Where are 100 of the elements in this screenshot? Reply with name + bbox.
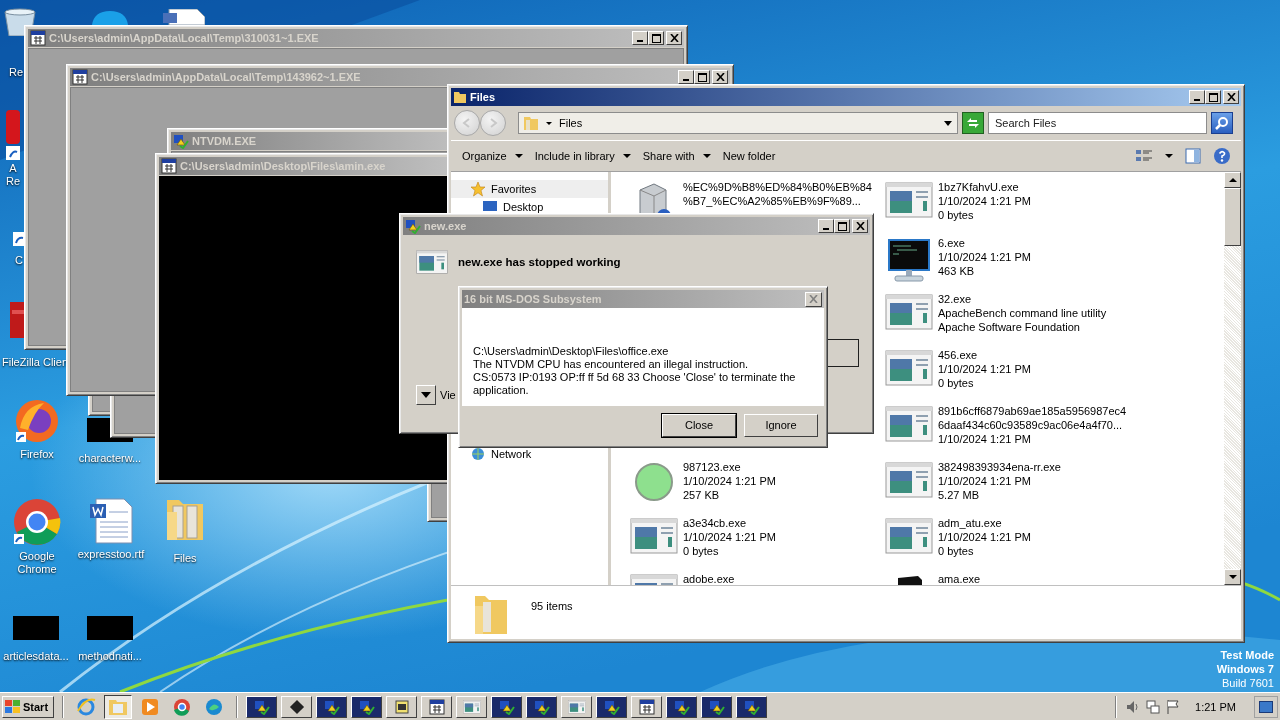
shield-icon xyxy=(405,218,421,234)
toolbar-button[interactable]: New folder xyxy=(722,150,776,162)
taskbar-button[interactable] xyxy=(316,695,347,718)
file-detail: 0 bytes xyxy=(683,544,720,558)
icon-label: Google Chrome xyxy=(16,550,58,576)
star-icon xyxy=(470,181,486,197)
file-item[interactable]: 32.exe ApacheBench command line utility Apache Software Foundation xyxy=(884,292,1107,334)
views-icon[interactable] xyxy=(1135,148,1153,164)
window-title: 16 bit MS-DOS Subsystem xyxy=(464,293,603,305)
scrollbar[interactable] xyxy=(1224,172,1241,585)
file-item[interactable]: a3e34cb.exe 1/10/2024 1:21 PM 0 bytes xyxy=(629,516,776,558)
window-icon xyxy=(30,30,46,46)
icon-label: Files xyxy=(173,552,197,565)
file-detail: 1/10/2024 1:21 PM xyxy=(683,474,776,488)
up-arrow-icon[interactable] xyxy=(1228,177,1237,183)
app-icon[interactable] xyxy=(6,110,20,160)
dialog-button[interactable]: Ignore xyxy=(744,413,818,437)
taskbar-button[interactable] xyxy=(351,695,382,718)
file-thumbnail[interactable] xyxy=(13,616,59,640)
browser-icon[interactable] xyxy=(14,398,60,444)
maximize-button[interactable] xyxy=(1205,90,1221,104)
taskbar-button[interactable] xyxy=(491,695,522,718)
show-desktop-button[interactable] xyxy=(1254,695,1278,718)
taskbar-button[interactable] xyxy=(526,695,557,718)
toolbar-button[interactable]: Organize xyxy=(462,150,523,162)
caret-icon[interactable] xyxy=(943,119,953,127)
shield-icon xyxy=(358,698,375,715)
close-icon xyxy=(1226,93,1236,101)
file-item[interactable]: 891b6cff6879ab69ae185a5956987ec4 6daaf434c60c93589c9ac06e4a4f70... 1/10/2024 1:21 PM xyxy=(884,404,1127,446)
flag-icon[interactable] xyxy=(1165,698,1182,715)
window-title: Files xyxy=(470,91,497,103)
window-title: C:\Users\admin\AppData\Local\Temp\143962~1.EXE xyxy=(91,71,362,83)
taskbar-button[interactable] xyxy=(666,695,697,718)
browser-icon xyxy=(76,696,96,717)
caret-icon[interactable] xyxy=(1165,153,1173,159)
shortcut-icon[interactable] xyxy=(13,232,25,246)
start-button[interactable]: Start xyxy=(2,695,54,718)
down-arrow-icon[interactable] xyxy=(1228,574,1237,580)
window-title: new.exe xyxy=(424,220,468,232)
dialog-button[interactable]: Close xyxy=(662,413,736,437)
close-button[interactable] xyxy=(1223,90,1239,104)
file-item[interactable]: ama.exe xyxy=(884,572,981,585)
file-name: 382498393934ena-rr.exe xyxy=(938,460,1061,474)
taskbar-button[interactable] xyxy=(701,695,732,718)
toolbar-button[interactable]: Share with xyxy=(642,150,711,162)
taskbar-button[interactable] xyxy=(561,695,592,718)
program-icon xyxy=(885,294,933,330)
preview-pane-icon[interactable] xyxy=(1185,148,1201,164)
toolbar-button[interactable]: Include in library xyxy=(534,150,631,162)
maximize-icon xyxy=(837,221,847,231)
window-icon xyxy=(393,698,410,715)
help-icon[interactable] xyxy=(1213,147,1231,165)
taskbar-button[interactable] xyxy=(736,695,767,718)
search-field[interactable]: Search Files xyxy=(988,112,1207,134)
file-item[interactable]: 456.exe 1/10/2024 1:21 PM 0 bytes xyxy=(884,348,1031,390)
file-detail: 0 bytes xyxy=(938,208,975,222)
circle-icon xyxy=(634,462,674,502)
file-item[interactable]: 987123.exe 1/10/2024 1:21 PM 257 KB xyxy=(629,460,776,502)
icon-label: articlesdata... xyxy=(3,650,69,663)
taskbar-icon[interactable] xyxy=(104,694,132,719)
address-bar[interactable]: Files xyxy=(518,112,958,134)
network-icon[interactable] xyxy=(1145,698,1162,715)
file-detail: 1/10/2024 1:21 PM xyxy=(683,530,776,544)
nav-item[interactable]: Desktop xyxy=(451,198,608,216)
taskbar-button[interactable] xyxy=(596,695,627,718)
file-item[interactable]: adm_atu.exe 1/10/2024 1:21 PM 0 bytes xyxy=(884,516,1031,558)
expand-button[interactable] xyxy=(416,385,436,405)
search-icon xyxy=(1215,116,1229,130)
taskbar-button[interactable] xyxy=(246,695,277,718)
file-name: %EC%9D%B8%ED%84%B0%EB%84 xyxy=(683,180,872,194)
file-name: a3e34cb.exe xyxy=(683,516,747,530)
taskbar-button[interactable] xyxy=(456,695,487,718)
file-thumbnail[interactable] xyxy=(87,616,133,640)
watermark-text: Windows 7 xyxy=(1216,662,1274,676)
folder-icon xyxy=(108,697,128,716)
clock[interactable]: 1:21 PM xyxy=(1185,700,1250,713)
details-link[interactable]: Vie xyxy=(440,389,456,401)
program-icon xyxy=(416,249,448,275)
file-item[interactable]: 382498393934ena-rr.exe 1/10/2024 1:21 PM 5.27 MB xyxy=(884,460,1061,502)
document-icon[interactable] xyxy=(88,498,134,544)
nav-item[interactable]: Favorites xyxy=(451,180,608,198)
watermark-text: Build 7601 xyxy=(1222,676,1274,690)
refresh-button[interactable] xyxy=(962,112,984,134)
taskbar-button[interactable] xyxy=(281,695,312,718)
taskbar-button[interactable] xyxy=(386,695,417,718)
file-detail: ApacheBench command line utility xyxy=(938,306,1107,320)
program-icon xyxy=(567,699,586,714)
search-button[interactable] xyxy=(1211,112,1233,134)
file-name: 32.exe xyxy=(938,292,973,306)
scroll-thumb[interactable] xyxy=(1224,188,1241,246)
browser-icon[interactable] xyxy=(13,498,61,546)
taskbar-button[interactable] xyxy=(421,695,452,718)
browser-icon xyxy=(173,697,191,716)
minimize-button[interactable] xyxy=(1189,90,1205,104)
file-item[interactable]: 1bz7KfahvU.exe 1/10/2024 1:21 PM 0 bytes xyxy=(884,180,1031,222)
file-item[interactable]: 6.exe 1/10/2024 1:21 PM 463 KB xyxy=(884,236,1031,284)
file-detail: 1/10/2024 1:21 PM xyxy=(938,474,1032,488)
taskbar-button[interactable] xyxy=(631,695,662,718)
shield-icon xyxy=(173,133,189,149)
document-icon[interactable] xyxy=(163,9,205,25)
